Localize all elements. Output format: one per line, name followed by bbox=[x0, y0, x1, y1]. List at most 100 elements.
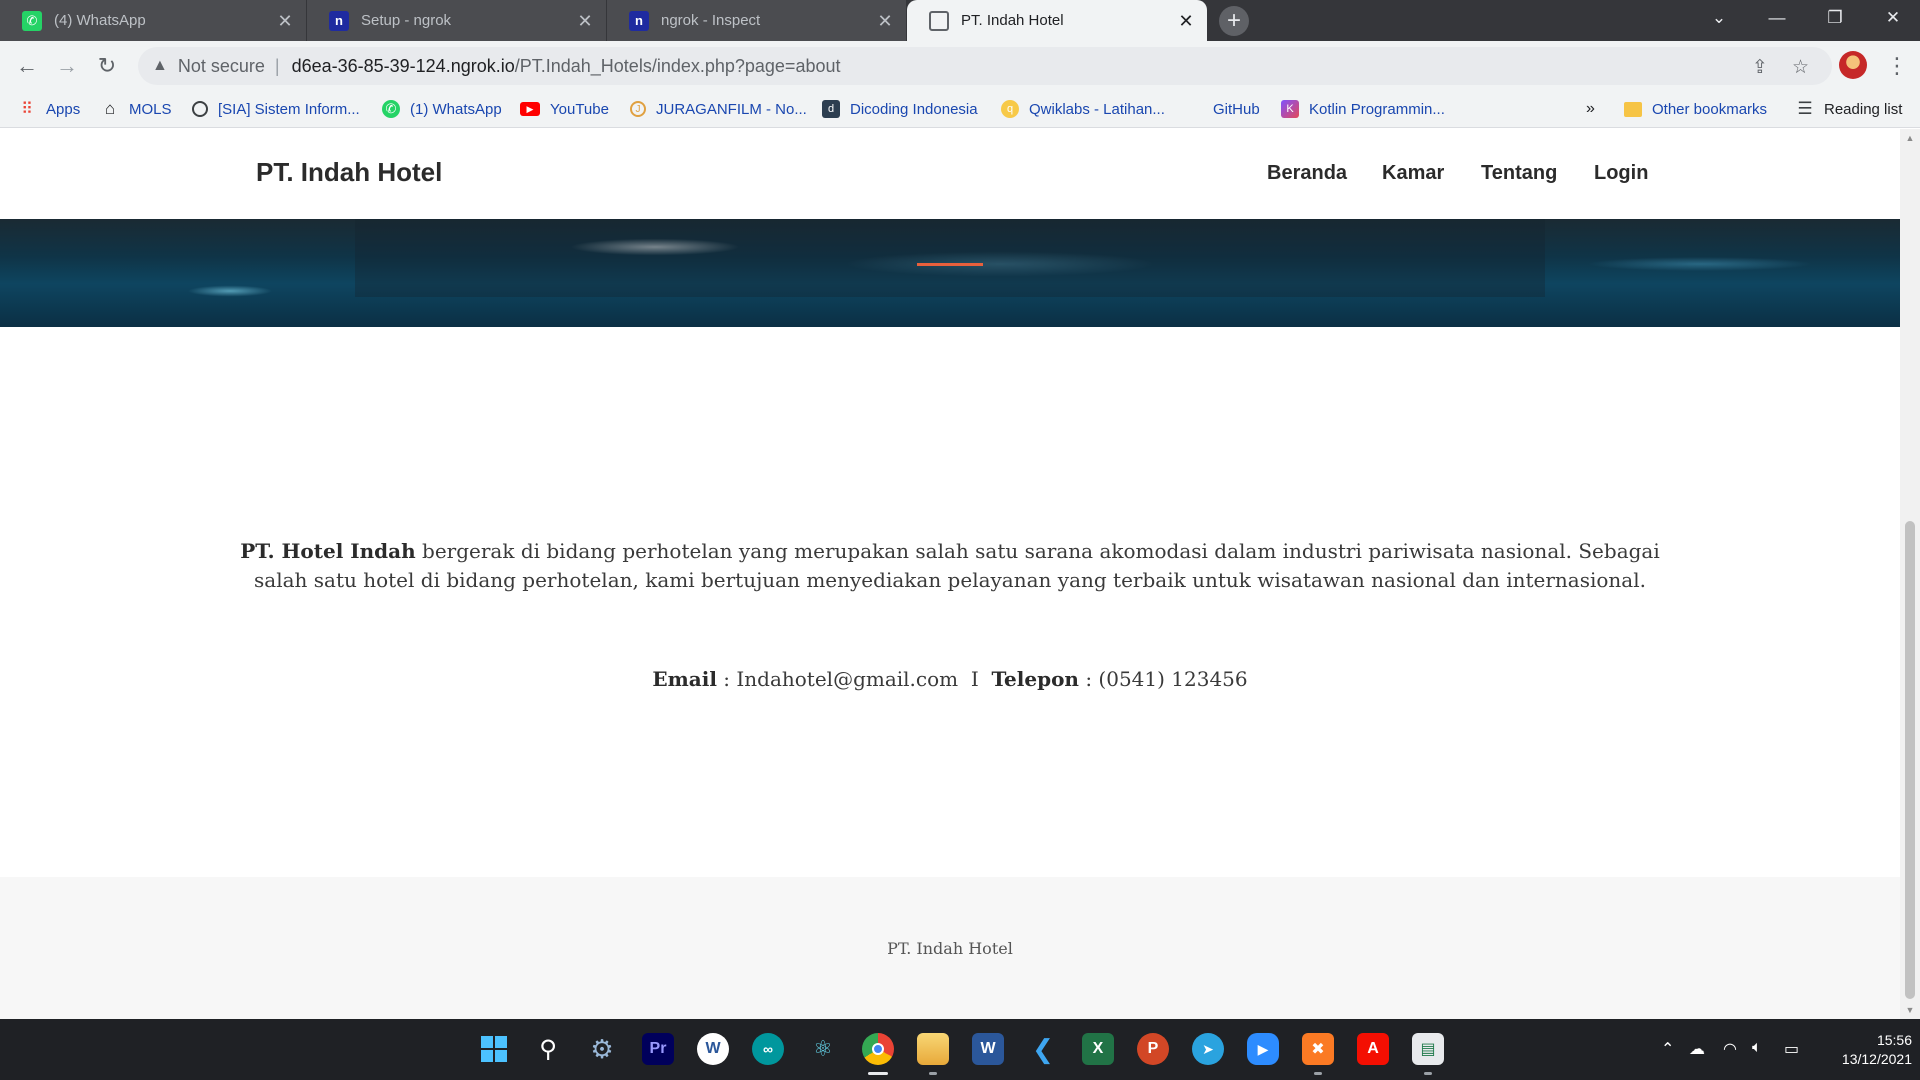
chrome-icon[interactable] bbox=[862, 1033, 894, 1065]
clock-time: 15:56 bbox=[1876, 1032, 1912, 1048]
scroll-up-icon[interactable]: ▲ bbox=[1905, 133, 1915, 143]
site-footer: PT. Indah Hotel bbox=[0, 877, 1900, 1019]
tab-ngrok-inspect[interactable]: n ngrok - Inspect ✕ bbox=[607, 0, 907, 41]
search-icon[interactable]: ⚲ bbox=[532, 1033, 564, 1065]
page-viewport: PT. Indah Hotel Beranda Kamar Tentang Lo… bbox=[0, 129, 1900, 1019]
powerpoint-icon[interactable]: P bbox=[1137, 1033, 1169, 1065]
acrobat-icon[interactable]: A bbox=[1357, 1033, 1389, 1065]
premiere-pro-icon[interactable]: Pr bbox=[642, 1033, 674, 1065]
ngrok-icon: n bbox=[629, 10, 649, 31]
atom-icon[interactable]: ⚛ bbox=[807, 1033, 839, 1065]
scroll-down-icon[interactable]: ▼ bbox=[1905, 1005, 1915, 1015]
telegram-icon[interactable]: ➤ bbox=[1192, 1033, 1224, 1065]
page-scrollbar[interactable]: ▲ ▼ bbox=[1900, 129, 1920, 1019]
file-explorer-icon[interactable] bbox=[917, 1033, 949, 1065]
bookmark-label: Qwiklabs - Latihan... bbox=[1029, 100, 1165, 118]
settings-gear-icon[interactable]: ⚙ bbox=[586, 1033, 618, 1065]
hero-overlay bbox=[355, 219, 1545, 297]
address-bar[interactable]: ▲ Not secure | d6ea-36-85-39-124.ngrok.i… bbox=[138, 47, 1832, 85]
security-label[interactable]: Not secure bbox=[178, 56, 265, 77]
reload-icon[interactable]: ↻ bbox=[90, 49, 124, 83]
tab-setup-ngrok[interactable]: n Setup - ngrok ✕ bbox=[307, 0, 607, 41]
kotlin-icon: K bbox=[1281, 100, 1299, 118]
explorer-running-indicator bbox=[929, 1072, 937, 1075]
bookmark-label: Kotlin Programmin... bbox=[1309, 100, 1445, 118]
tab-search-chevron-icon[interactable]: ⌄ bbox=[1690, 0, 1748, 36]
globe-icon bbox=[192, 101, 208, 117]
word-reader-icon[interactable]: W bbox=[697, 1033, 729, 1065]
bookmark-label: (1) WhatsApp bbox=[410, 100, 502, 118]
arduino-icon[interactable]: ∞ bbox=[752, 1033, 784, 1065]
notepad-icon[interactable]: ▤ bbox=[1412, 1033, 1444, 1065]
phone-value: : (0541) 123456 bbox=[1078, 667, 1248, 691]
reading-list[interactable]: ☰ Reading list bbox=[1796, 91, 1902, 127]
about-paragraph: PT. Hotel Indah bergerak di bidang perho… bbox=[240, 537, 1660, 595]
forward-arrow-icon[interactable]: → bbox=[50, 49, 84, 83]
qwiklabs-icon: q bbox=[1001, 100, 1019, 118]
windows-start-icon[interactable] bbox=[478, 1033, 510, 1065]
url-host: d6ea-36-85-39-124.ngrok.io bbox=[291, 55, 515, 76]
juraganfilm-icon: J bbox=[630, 101, 646, 117]
close-icon[interactable]: ✕ bbox=[1177, 12, 1195, 30]
footer-text: PT. Indah Hotel bbox=[887, 939, 1013, 958]
bookmark-apps[interactable]: ⠿ Apps bbox=[18, 91, 80, 127]
close-icon[interactable]: ✕ bbox=[876, 12, 894, 30]
tray-chevron-up-icon[interactable]: ⌃ bbox=[1661, 1039, 1674, 1059]
close-icon[interactable]: ✕ bbox=[576, 12, 594, 30]
bookmark-sia[interactable]: [SIA] Sistem Inform... bbox=[192, 91, 360, 127]
bookmark-whatsapp[interactable]: ✆ (1) WhatsApp bbox=[382, 91, 502, 127]
bookmark-qwiklabs[interactable]: q Qwiklabs - Latihan... bbox=[1001, 91, 1165, 127]
nav-link-tentang[interactable]: Tentang bbox=[1481, 162, 1557, 185]
bookmark-dicoding[interactable]: d Dicoding Indonesia bbox=[822, 91, 978, 127]
bookmark-juraganfilm[interactable]: J JURAGANFILM - No... bbox=[630, 91, 807, 127]
share-icon[interactable]: ⇪ bbox=[1752, 56, 1768, 79]
wifi-icon[interactable]: ◠ bbox=[1723, 1039, 1737, 1059]
new-tab-button[interactable]: + bbox=[1219, 6, 1249, 36]
warning-triangle-icon: ▲ bbox=[152, 57, 168, 74]
profile-avatar[interactable] bbox=[1839, 51, 1867, 79]
bookmark-label: [SIA] Sistem Inform... bbox=[218, 100, 360, 118]
back-arrow-icon[interactable]: ← bbox=[10, 49, 44, 83]
nav-link-beranda[interactable]: Beranda bbox=[1267, 162, 1347, 185]
word-icon[interactable]: W bbox=[972, 1033, 1004, 1065]
reading-list-icon: ☰ bbox=[1797, 99, 1813, 118]
minimize-icon[interactable]: — bbox=[1748, 0, 1806, 36]
dicoding-icon: d bbox=[822, 100, 840, 118]
tab-title: Setup - ngrok bbox=[361, 12, 452, 29]
nav-link-login[interactable]: Login bbox=[1594, 162, 1648, 185]
address-separator: | bbox=[274, 55, 280, 76]
bookmark-label: GitHub bbox=[1213, 100, 1260, 118]
close-icon[interactable]: ✕ bbox=[276, 12, 294, 30]
other-bookmarks[interactable]: Other bookmarks bbox=[1624, 91, 1767, 127]
tab-indah-hotel[interactable]: PT. Indah Hotel ✕ bbox=[907, 0, 1207, 41]
restore-icon[interactable]: ❐ bbox=[1806, 0, 1864, 36]
browser-tab-strip: ✆ (4) WhatsApp ✕ n Setup - ngrok ✕ n ngr… bbox=[0, 0, 1920, 41]
onedrive-cloud-icon[interactable]: ☁ bbox=[1689, 1039, 1705, 1059]
bookmark-youtube[interactable]: ▶ YouTube bbox=[520, 91, 609, 127]
zoom-icon[interactable]: ▶ bbox=[1247, 1033, 1279, 1065]
excel-icon[interactable]: X bbox=[1082, 1033, 1114, 1065]
taskbar-clock[interactable]: 15:56 13/12/2021 bbox=[1820, 1031, 1912, 1069]
window-close-icon[interactable]: ✕ bbox=[1864, 0, 1920, 36]
more-menu-icon[interactable]: ⋮ bbox=[1886, 53, 1908, 79]
nav-link-kamar[interactable]: Kamar bbox=[1382, 162, 1444, 185]
tab-whatsapp[interactable]: ✆ (4) WhatsApp ✕ bbox=[0, 0, 307, 41]
bookmarks-overflow-button[interactable]: » bbox=[1586, 91, 1595, 127]
clock-date: 13/12/2021 bbox=[1841, 1051, 1912, 1067]
bookmark-mols[interactable]: ⌂ MOLS bbox=[101, 91, 172, 127]
bookmark-star-icon[interactable]: ☆ bbox=[1792, 56, 1809, 79]
volume-icon[interactable]: 🔈︎ bbox=[1752, 1039, 1762, 1057]
bookmark-github[interactable]: GitHub bbox=[1186, 91, 1260, 127]
bookmark-kotlin[interactable]: K Kotlin Programmin... bbox=[1281, 91, 1445, 127]
site-brand[interactable]: PT. Indah Hotel bbox=[256, 157, 442, 188]
scrollbar-thumb[interactable] bbox=[1905, 521, 1915, 999]
vscode-icon[interactable]: ❮ bbox=[1027, 1033, 1059, 1065]
xampp-icon[interactable]: ✖ bbox=[1302, 1033, 1334, 1065]
bookmark-label: YouTube bbox=[550, 100, 609, 118]
folder-icon bbox=[1624, 101, 1642, 117]
tab-title: PT. Indah Hotel bbox=[961, 12, 1064, 29]
bookmark-label: JURAGANFILM - No... bbox=[656, 100, 807, 118]
bookmarks-bar: ⠿ Apps ⌂ MOLS [SIA] Sistem Inform... ✆ (… bbox=[0, 91, 1920, 128]
battery-icon[interactable]: ▭ bbox=[1784, 1039, 1799, 1059]
youtube-icon: ▶ bbox=[520, 102, 540, 116]
